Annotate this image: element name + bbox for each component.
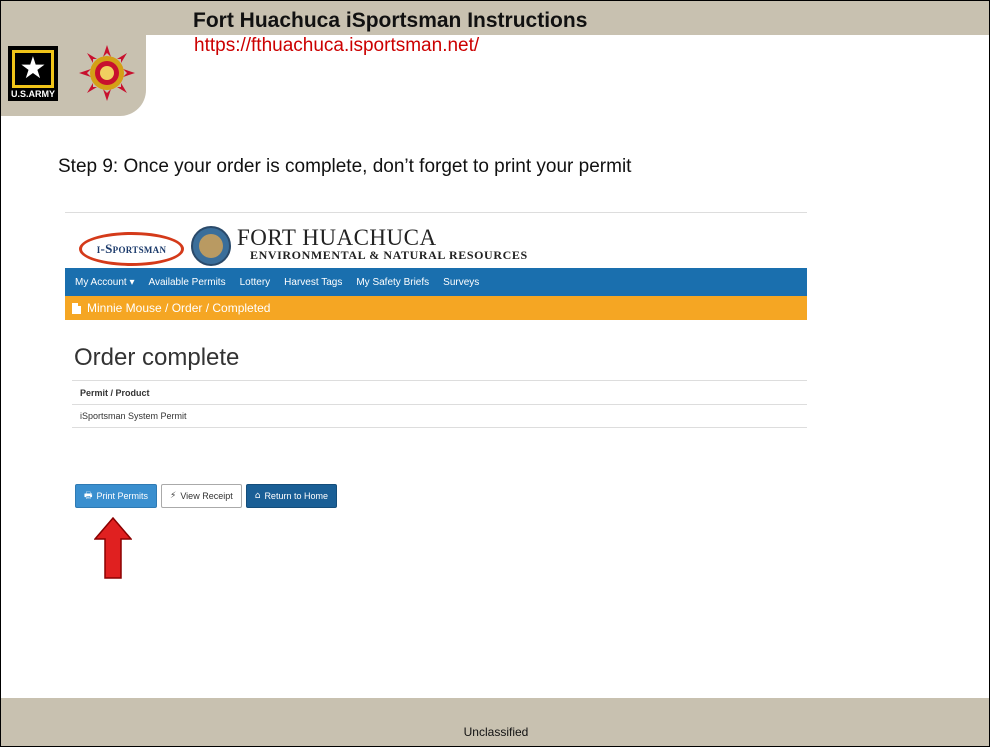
nav-my-safety-briefs[interactable]: My Safety Briefs	[356, 277, 429, 288]
nav-my-account[interactable]: My Account ▾	[75, 277, 135, 288]
isportsman-screenshot: i-Sportsman FORT HUACHUCA ENVIRONMENTAL …	[65, 204, 807, 514]
isportsman-logo-text: i-Sportsman	[96, 241, 167, 256]
army-logo-text: U.S.ARMY	[10, 89, 55, 99]
fort-seal-icon	[79, 45, 135, 101]
site-brand-name: FORT HUACHUCA	[237, 225, 437, 250]
print-permits-button[interactable]: 🖶 Print Permits	[75, 484, 158, 508]
table-row: iSportsman System Permit	[72, 404, 807, 428]
view-receipt-label: View Receipt	[180, 491, 233, 501]
action-buttons: 🖶 Print Permits ⚡ View Receipt ⌂ Return …	[75, 484, 337, 508]
table-header: Permit / Product	[72, 380, 807, 404]
view-receipt-button[interactable]: ⚡ View Receipt	[161, 484, 242, 508]
army-star-icon: ★ U.S.ARMY	[8, 46, 58, 101]
nav-available-permits[interactable]: Available Permits	[149, 277, 226, 288]
breadcrumb: Minnie Mouse / Order / Completed	[65, 296, 807, 320]
slide-title: Fort Huachuca iSportsman Instructions	[193, 9, 588, 32]
nav-harvest-tags[interactable]: Harvest Tags	[284, 277, 342, 288]
site-brand-row: i-Sportsman FORT HUACHUCA ENVIRONMENTAL …	[65, 214, 807, 270]
site-navbar: My Account ▾ Available Permits Lottery H…	[65, 268, 807, 296]
up-arrow-icon	[94, 517, 132, 579]
logo-tab: ★ U.S.ARMY	[1, 1, 146, 116]
home-icon: ⌂	[254, 491, 261, 501]
bolt-icon: ⚡	[170, 491, 177, 501]
return-home-button[interactable]: ⌂ Return to Home	[245, 484, 337, 508]
order-table: Permit / Product iSportsman System Permi…	[72, 380, 807, 428]
isportsman-logo[interactable]: i-Sportsman	[79, 232, 184, 266]
army-star-box: ★	[12, 50, 54, 88]
classification-label: Unclassified	[463, 725, 529, 739]
slide: ★ U.S.ARMY Fort Huachuca iSportsman Inst…	[0, 0, 990, 747]
fort-huachuca-seal-icon	[191, 226, 231, 266]
print-permits-label: Print Permits	[96, 491, 149, 501]
page-title: Order complete	[74, 344, 240, 371]
site-brand-subtitle: ENVIRONMENTAL & NATURAL RESOURCES	[250, 248, 528, 262]
star-glyph: ★	[19, 51, 47, 86]
slide-url-link[interactable]: https://fthuachuca.isportsman.net/	[194, 35, 479, 57]
nav-surveys[interactable]: Surveys	[443, 277, 479, 288]
footer-band: Unclassified	[1, 698, 989, 746]
divider	[65, 212, 807, 213]
breadcrumb-text[interactable]: Minnie Mouse / Order / Completed	[87, 301, 270, 315]
nav-lottery[interactable]: Lottery	[240, 277, 271, 288]
step-instruction: Step 9: Once your order is complete, don…	[58, 156, 632, 177]
print-icon: 🖶	[84, 491, 93, 501]
document-icon	[72, 302, 81, 314]
return-home-label: Return to Home	[264, 491, 328, 501]
